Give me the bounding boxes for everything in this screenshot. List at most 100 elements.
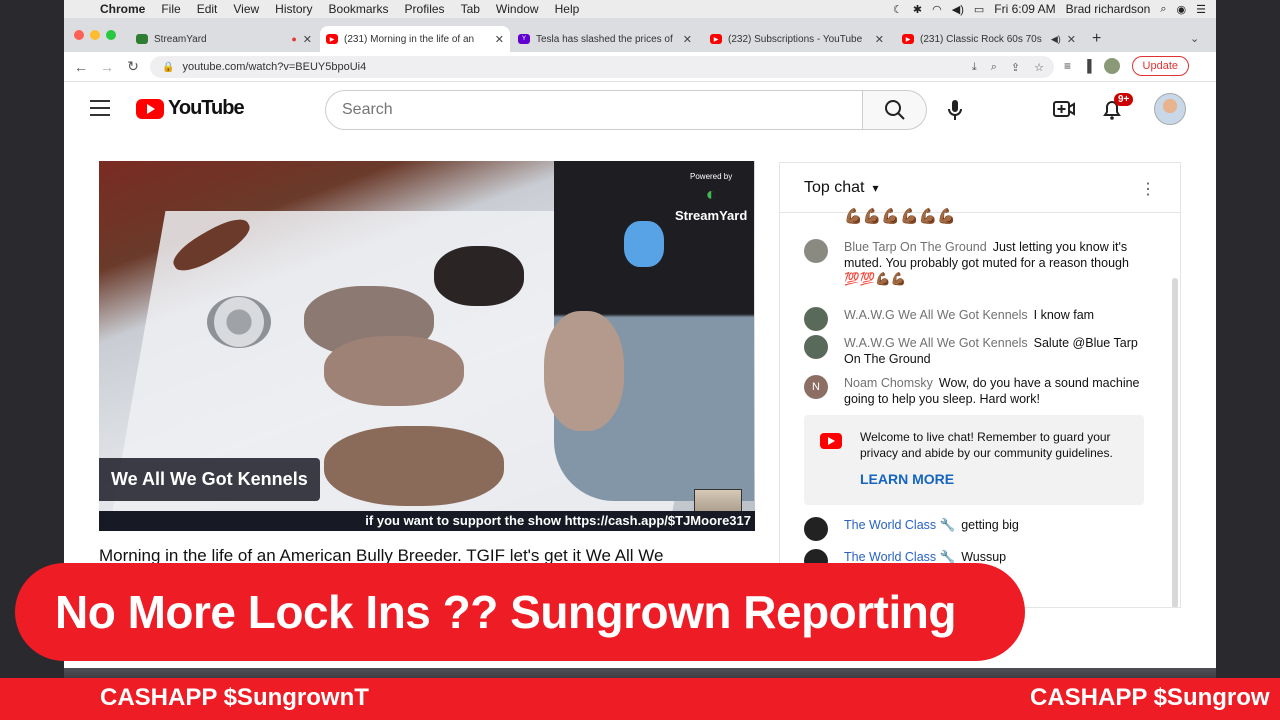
chevron-down-icon[interactable]: ▾ (872, 181, 878, 195)
video-blue-glove (624, 221, 664, 267)
search-icon (884, 100, 905, 120)
search-input[interactable] (342, 101, 862, 119)
chat-message: 💪🏾💪🏾💪🏾💪🏾💪🏾💪🏾 (804, 209, 1144, 225)
zoom-window-button[interactable] (106, 30, 116, 40)
create-button[interactable] (1052, 97, 1076, 126)
recording-icon: ● (291, 34, 297, 44)
streamyard-watermark: Powered by ◐ StreamYard (675, 171, 747, 226)
youtube-logo-icon (820, 433, 842, 449)
menu-file[interactable]: File (153, 2, 188, 16)
bookmark-star-icon[interactable]: ☆ (1034, 61, 1044, 74)
account-avatar[interactable] (1154, 93, 1186, 125)
chat-author[interactable]: The World Class 🔧 (844, 518, 955, 532)
browser-toolbar: ← → ↻ 🔒 youtube.com/watch?v=BEUY5bpoUi4 … (64, 52, 1216, 82)
tab-close-icon[interactable]: ✕ (683, 33, 692, 46)
forward-arrow-icon[interactable]: → (94, 59, 120, 75)
video-player[interactable]: Powered by ◐ StreamYard We All We Got Ke… (99, 161, 755, 531)
back-arrow-icon[interactable]: ← (68, 59, 94, 75)
menu-profiles[interactable]: Profiles (397, 2, 453, 16)
menu-history[interactable]: History (267, 2, 320, 16)
tab-search-chevron-icon[interactable]: ⌄ (1190, 32, 1199, 45)
chat-author[interactable]: W.A.W.G We All We Got Kennels (844, 308, 1028, 322)
menu-clock[interactable]: Fri 6:09 AM (994, 2, 1055, 16)
chat-avatar[interactable] (804, 307, 828, 331)
menu-bookmarks[interactable]: Bookmarks (321, 2, 397, 16)
youtube-logo[interactable]: YouTube (136, 97, 245, 120)
tab-close-icon[interactable]: ✕ (1067, 33, 1076, 46)
menu-view[interactable]: View (225, 2, 267, 16)
chat-scrollbar[interactable] (1172, 278, 1178, 607)
tab-title: (231) Morning in the life of an (344, 33, 475, 45)
profile-avatar-icon[interactable] (1103, 58, 1120, 74)
chat-author[interactable]: Noam Chomsky (844, 376, 933, 390)
chat-author[interactable]: The World Class 🔧 (844, 550, 955, 564)
chat-message-text: I know fam (1033, 308, 1095, 322)
chat-header: Top chat ▾ (780, 163, 1180, 213)
headline-banner: No More Lock Ins ?? Sungrown Reporting (15, 563, 1025, 661)
tab-close-icon[interactable]: ✕ (495, 33, 504, 46)
tab-tesla[interactable]: Y Tesla has slashed the prices of ✕ (512, 26, 698, 52)
tab-streamyard[interactable]: StreamYard ● ✕ (130, 26, 318, 52)
search-box[interactable] (325, 90, 863, 130)
youtube-header: YouTube 9+ (64, 83, 1216, 137)
menu-window[interactable]: Window (488, 2, 547, 16)
minimize-window-button[interactable] (90, 30, 100, 40)
voice-search-button[interactable] (940, 95, 970, 125)
reload-icon[interactable]: ↻ (120, 58, 146, 75)
menu-help[interactable]: Help (547, 2, 588, 16)
volume-icon[interactable]: ◀) (952, 3, 964, 16)
hamburger-menu-icon[interactable] (90, 100, 110, 116)
more-options-icon[interactable]: ⋮ (1140, 179, 1156, 199)
reading-list-icon[interactable]: ≡ (1064, 59, 1071, 73)
chat-avatar[interactable] (804, 239, 828, 263)
chat-avatar[interactable] (804, 517, 828, 541)
welcome-text: Welcome to live chat! Remember to guard … (860, 430, 1113, 460)
chat-message-text: Wussup (961, 550, 1007, 564)
chat-author[interactable]: W.A.W.G We All We Got Kennels (844, 336, 1028, 350)
menu-user[interactable]: Brad richardson (1066, 2, 1151, 16)
chat-author[interactable]: Blue Tarp On The Ground (844, 240, 987, 254)
wifi-icon[interactable]: ◠ (932, 3, 942, 16)
side-panel-icon[interactable]: ▐ (1083, 59, 1092, 73)
menu-tab[interactable]: Tab (453, 2, 488, 16)
tab-close-icon[interactable]: ✕ (303, 33, 312, 46)
chat-message-text: getting big (961, 518, 1019, 532)
battery-icon[interactable]: ▭ (974, 3, 984, 16)
update-button[interactable]: Update (1131, 56, 1190, 76)
dark-mode-icon[interactable]: ☾ (893, 3, 903, 16)
support-banner: if you want to support the show https://… (99, 511, 755, 531)
lock-icon[interactable]: 🔒 (162, 62, 174, 73)
spotlight-search-icon[interactable]: ⌕ (1160, 3, 1166, 16)
chat-mode-dropdown[interactable]: Top chat (804, 179, 864, 197)
address-bar[interactable]: 🔒 youtube.com/watch?v=BEUY5bpoUi4 ⤓ ⌕ ⇪ … (150, 56, 1054, 78)
search-button[interactable] (863, 90, 927, 130)
install-app-icon[interactable]: ⤓ (972, 61, 977, 74)
new-tab-icon[interactable]: + (1092, 30, 1101, 48)
youtube-favicon-icon: ▶ (902, 34, 914, 44)
siri-icon[interactable]: ◉ (1177, 3, 1187, 16)
close-window-button[interactable] (74, 30, 84, 40)
video-name-label: We All We Got Kennels (99, 458, 320, 501)
chat-avatar[interactable] (804, 335, 828, 359)
live-chat-panel: Top chat ▾ ⋮ 💪🏾💪🏾💪🏾💪🏾💪🏾💪🏾 Blue Tarp On T… (779, 162, 1181, 608)
tab-close-icon[interactable]: ✕ (875, 33, 884, 46)
tab-strip: StreamYard ● ✕ ▶ (231) Morning in the li… (64, 18, 1216, 52)
bluetooth-icon[interactable]: ✱ (913, 3, 922, 16)
learn-more-link[interactable]: LEARN MORE (860, 471, 954, 487)
share-icon[interactable]: ⇪ (1011, 61, 1020, 74)
headline-text: No More Lock Ins ?? Sungrown Reporting (55, 586, 956, 638)
youtube-favicon-icon: ▶ (326, 34, 338, 44)
control-center-icon[interactable]: ☰ (1196, 3, 1206, 16)
chat-message-text: 💪🏾💪🏾💪🏾💪🏾💪🏾💪🏾 (844, 208, 957, 225)
chat-avatar[interactable]: N (804, 375, 828, 399)
tab-morning-video[interactable]: ▶ (231) Morning in the life of an ✕ (320, 26, 510, 52)
streamyard-logo-icon: ◐ (705, 184, 717, 205)
tab-classic-rock[interactable]: ▶ (231) Classic Rock 60s 70s ◀) ✕ (896, 26, 1082, 52)
audio-playing-icon[interactable]: ◀) (1051, 34, 1061, 45)
status-area: ☾ ✱ ◠ ◀) ▭ Fri 6:09 AM Brad richardson ⌕… (893, 2, 1216, 16)
zoom-icon[interactable]: ⌕ (991, 61, 997, 74)
chat-message: Blue Tarp On The Ground Just letting you … (804, 239, 1144, 287)
menu-app-name[interactable]: Chrome (92, 2, 153, 16)
tab-subscriptions[interactable]: ▶ (232) Subscriptions - YouTube ✕ (704, 26, 890, 52)
menu-edit[interactable]: Edit (189, 2, 226, 16)
